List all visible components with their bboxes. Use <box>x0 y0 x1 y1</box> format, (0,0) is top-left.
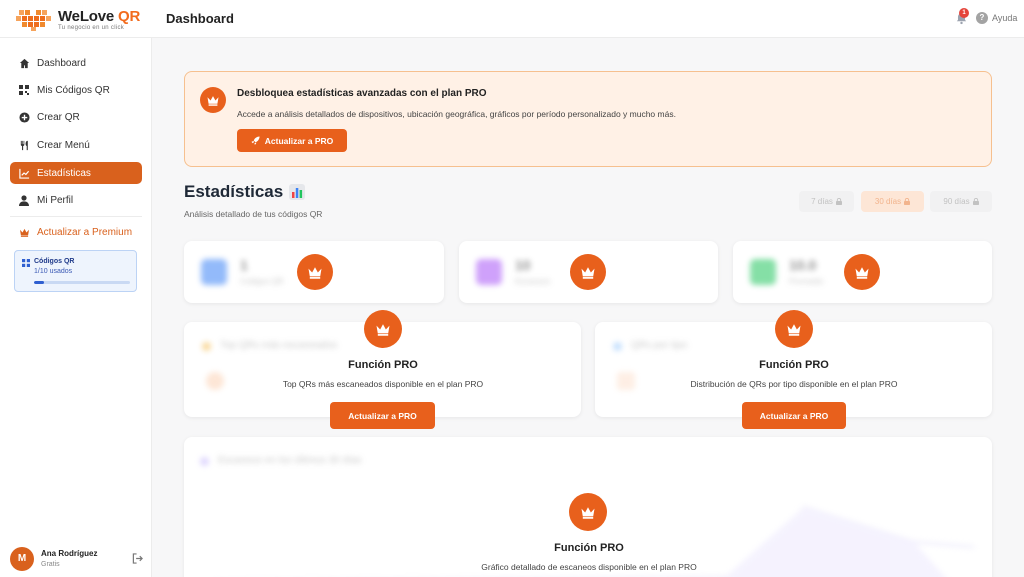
trophy-icon <box>202 342 211 351</box>
chart-line-icon <box>18 167 30 179</box>
page-title: Dashboard <box>166 11 234 26</box>
stat-label: Códigos QR <box>240 277 284 286</box>
pro-panel-description: Gráfico detallado de escaneos disponible… <box>481 562 697 572</box>
upgrade-premium-label: Actualizar a Premium <box>37 226 133 238</box>
brand-logo[interactable]: WeLove QR Tu negocio en un click <box>16 6 146 34</box>
lock-icon <box>835 198 842 205</box>
banner-description: Accede a análisis detallados de disposit… <box>237 109 676 119</box>
sidebar-item-label: Crear Menú <box>37 139 90 151</box>
avatar[interactable]: M <box>10 547 34 571</box>
range-label: 30 días <box>874 197 902 206</box>
section-title: Estadísticas <box>184 182 306 202</box>
user-plan: Gratis <box>41 561 60 568</box>
sidebar-item-label: Mi Perfil <box>37 194 74 206</box>
logout-icon[interactable] <box>132 553 143 564</box>
stat-value: 1 <box>240 257 248 273</box>
blurred-panel-title: Top QRs más escaneados <box>220 340 338 351</box>
qr-grid-icon <box>18 84 30 96</box>
sidebar-item-label: Estadísticas <box>37 167 91 179</box>
list-item-avatar <box>206 372 224 390</box>
average-stat-icon <box>750 259 776 285</box>
upgrade-button-label: Actualizar a PRO <box>348 410 417 421</box>
range-30-days-button[interactable]: 30 días <box>861 191 924 212</box>
qr-stat-icon <box>201 259 227 285</box>
crown-icon <box>364 310 402 348</box>
pro-panel-upgrade-button[interactable]: Actualizar a PRO <box>742 402 846 429</box>
crown-icon <box>570 254 606 290</box>
crown-icon <box>200 87 226 113</box>
brand-tagline: Tu negocio en un click <box>58 25 125 31</box>
sidebar-item-label: Crear QR <box>37 111 80 123</box>
stat-value: 10 <box>515 257 531 273</box>
lock-icon <box>972 198 979 205</box>
sidebar-item-mis-codigos-qr[interactable]: Mis Códigos QR <box>10 79 142 101</box>
section-title-text: Estadísticas <box>184 182 284 201</box>
crown-icon <box>18 226 30 238</box>
home-icon <box>18 57 30 69</box>
chart-icon <box>200 457 209 466</box>
usage-title: Códigos QR <box>34 258 75 265</box>
qr-usage-card: Códigos QR 1/10 usados <box>14 250 137 292</box>
stat-value: 10.0 <box>789 257 817 273</box>
pixel-heart-icon <box>16 10 51 31</box>
plus-circle-icon <box>18 111 30 123</box>
crown-icon <box>297 254 333 290</box>
sidebar-item-crear-qr[interactable]: Crear QR <box>10 106 142 128</box>
pro-panel-description: Distribución de QRs por tipo disponible … <box>690 379 898 389</box>
pro-panel-upgrade-button[interactable]: Actualizar a PRO <box>330 402 435 429</box>
notification-badge: 1 <box>959 8 969 18</box>
brand-name: WeLove QR <box>58 8 141 25</box>
sidebar-item-label: Dashboard <box>37 57 86 69</box>
top-header: WeLove QR Tu negocio en un click Dashboa… <box>0 0 1024 38</box>
help-link[interactable]: Ayuda <box>992 13 1017 23</box>
utensils-icon <box>18 139 30 151</box>
range-90-days-button[interactable]: 90 días <box>930 191 992 212</box>
crown-icon <box>844 254 880 290</box>
stat-label: Escaneos <box>515 277 551 286</box>
crown-icon <box>775 310 813 348</box>
usage-progress-bar <box>34 281 130 284</box>
banner-upgrade-button[interactable]: Actualizar a PRO <box>237 129 347 152</box>
list-item-avatar <box>617 372 635 390</box>
usage-progress-fill <box>34 281 44 284</box>
banner-title: Desbloquea estadísticas avanzadas con el… <box>237 88 487 99</box>
pro-panel-title: Función PRO <box>348 359 418 371</box>
user-name: Ana Rodríguez <box>41 549 98 558</box>
qr-grid-icon <box>22 259 30 267</box>
pro-upgrade-banner <box>184 71 992 167</box>
user-icon <box>18 194 30 206</box>
pie-icon <box>613 342 622 351</box>
blurred-panel-title: Escaneos en los últimos 30 días <box>218 455 362 466</box>
sidebar-item-estadisticas[interactable]: Estadísticas <box>10 162 142 184</box>
bar-chart-icon <box>289 184 306 200</box>
section-subtitle: Análisis detallado de tus códigos QR <box>184 209 323 219</box>
pro-panel-title: Función PRO <box>554 542 624 554</box>
banner-upgrade-label: Actualizar a PRO <box>264 135 334 146</box>
rocket-icon <box>251 136 260 145</box>
help-icon[interactable]: ? <box>976 12 988 24</box>
sidebar-item-dashboard[interactable]: Dashboard <box>10 52 142 74</box>
range-label: 90 días <box>943 197 970 206</box>
crown-icon <box>569 493 607 531</box>
stat-label: Promedio <box>789 277 824 286</box>
usage-count: 1/10 usados <box>34 268 73 275</box>
scan-stat-icon <box>476 259 502 285</box>
sidebar: Dashboard Mis Códigos QR Crear QR Crear … <box>0 38 152 577</box>
pro-panel-description: Top QRs más escaneados disponible en el … <box>282 379 484 389</box>
sidebar-item-crear-menu[interactable]: Crear Menú <box>10 134 142 156</box>
upgrade-button-label: Actualizar a PRO <box>759 410 829 421</box>
sidebar-item-label: Mis Códigos QR <box>37 84 110 96</box>
pro-panel-title: Función PRO <box>759 359 829 371</box>
blurred-panel-title: QRs por tipo <box>631 340 688 351</box>
upgrade-premium-link[interactable]: Actualizar a Premium <box>10 221 142 243</box>
sidebar-divider <box>10 216 142 217</box>
range-7-days-button[interactable]: 7 días <box>799 191 854 212</box>
sidebar-item-mi-perfil[interactable]: Mi Perfil <box>10 189 142 211</box>
range-label: 7 días <box>811 197 833 206</box>
lock-icon <box>904 198 911 205</box>
